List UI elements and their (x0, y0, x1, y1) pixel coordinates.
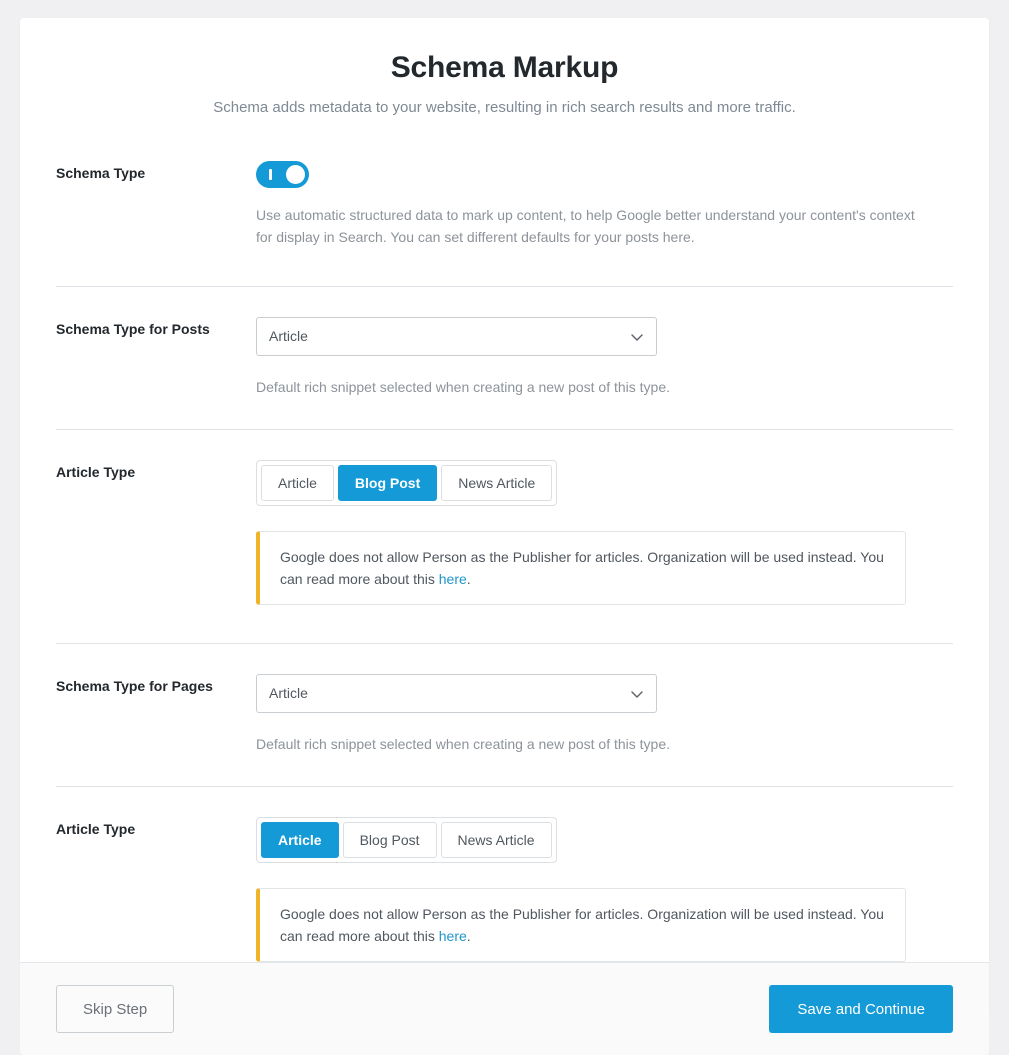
schema-type-pages-control: Article Default rich snippet selected wh… (256, 674, 953, 755)
schema-type-posts-label: Schema Type for Posts (56, 317, 256, 339)
article-type-pages-label: Article Type (56, 817, 256, 839)
article-type-pages-button-group: Article Blog Post News Article (256, 817, 557, 863)
schema-type-label: Schema Type (56, 161, 256, 183)
schema-type-control: Use automatic structured data to mark up… (256, 161, 953, 248)
page-subtitle: Schema adds metadata to your website, re… (20, 98, 989, 118)
divider-3 (56, 643, 953, 644)
page-title: Schema Markup (20, 48, 989, 88)
notice-text-after: . (467, 571, 471, 587)
schema-type-posts-help: Default rich snippet selected when creat… (256, 376, 926, 398)
article-type-posts-button-group: Article Blog Post News Article (256, 460, 557, 506)
article-type-posts-notice-text: Google does not allow Person as the Publ… (280, 546, 887, 590)
skip-step-button[interactable]: Skip Step (56, 985, 174, 1033)
notice-here-link[interactable]: here (439, 928, 467, 944)
article-type-posts-row: Article Type Article Blog Post News Arti… (20, 460, 989, 605)
article-type-posts-option-blog-post[interactable]: Blog Post (338, 465, 437, 501)
article-type-pages-row: Article Type Article Blog Post News Arti… (20, 817, 989, 962)
schema-type-pages-row: Schema Type for Pages Article Default ri… (20, 674, 989, 755)
schema-type-posts-select[interactable]: Article (256, 317, 657, 356)
schema-type-row: Schema Type Use automatic structured dat… (20, 161, 989, 248)
notice-text-after: . (467, 928, 471, 944)
article-type-pages-option-article[interactable]: Article (261, 822, 339, 858)
schema-type-posts-control: Article Default rich snippet selected wh… (256, 317, 953, 398)
article-type-pages-option-blog-post[interactable]: Blog Post (343, 822, 437, 858)
toggle-knob (286, 165, 305, 184)
notice-text-before: Google does not allow Person as the Publ… (280, 906, 884, 944)
divider-2 (56, 429, 953, 430)
notice-here-link[interactable]: here (439, 571, 467, 587)
toggle-on-icon (269, 169, 272, 180)
schema-markup-card: Schema Markup Schema adds metadata to yo… (20, 18, 989, 1013)
article-type-pages-option-news-article[interactable]: News Article (441, 822, 552, 858)
save-and-continue-button[interactable]: Save and Continue (769, 985, 953, 1033)
page-header: Schema Markup Schema adds metadata to yo… (20, 18, 989, 118)
card-body: Schema Markup Schema adds metadata to yo… (20, 18, 989, 962)
schema-type-posts-select-wrap: Article (256, 317, 657, 356)
schema-type-toggle[interactable] (256, 161, 309, 188)
schema-type-pages-select[interactable]: Article (256, 674, 657, 713)
schema-type-pages-help: Default rich snippet selected when creat… (256, 733, 926, 755)
article-type-posts-option-article[interactable]: Article (261, 465, 334, 501)
schema-type-posts-row: Schema Type for Posts Article Default ri… (20, 317, 989, 398)
notice-text-before: Google does not allow Person as the Publ… (280, 549, 884, 587)
article-type-pages-notice-text: Google does not allow Person as the Publ… (280, 903, 887, 947)
divider-4 (56, 786, 953, 787)
article-type-posts-control: Article Blog Post News Article Google do… (256, 460, 953, 605)
schema-type-help: Use automatic structured data to mark up… (256, 204, 926, 248)
article-type-posts-option-news-article[interactable]: News Article (441, 465, 552, 501)
article-type-posts-notice: Google does not allow Person as the Publ… (256, 531, 906, 605)
article-type-pages-notice: Google does not allow Person as the Publ… (256, 888, 906, 962)
divider-1 (56, 286, 953, 287)
article-type-posts-label: Article Type (56, 460, 256, 482)
schema-type-pages-label: Schema Type for Pages (56, 674, 256, 696)
article-type-pages-control: Article Blog Post News Article Google do… (256, 817, 953, 962)
card-footer: Skip Step Save and Continue (20, 962, 989, 1055)
schema-type-pages-select-wrap: Article (256, 674, 657, 713)
